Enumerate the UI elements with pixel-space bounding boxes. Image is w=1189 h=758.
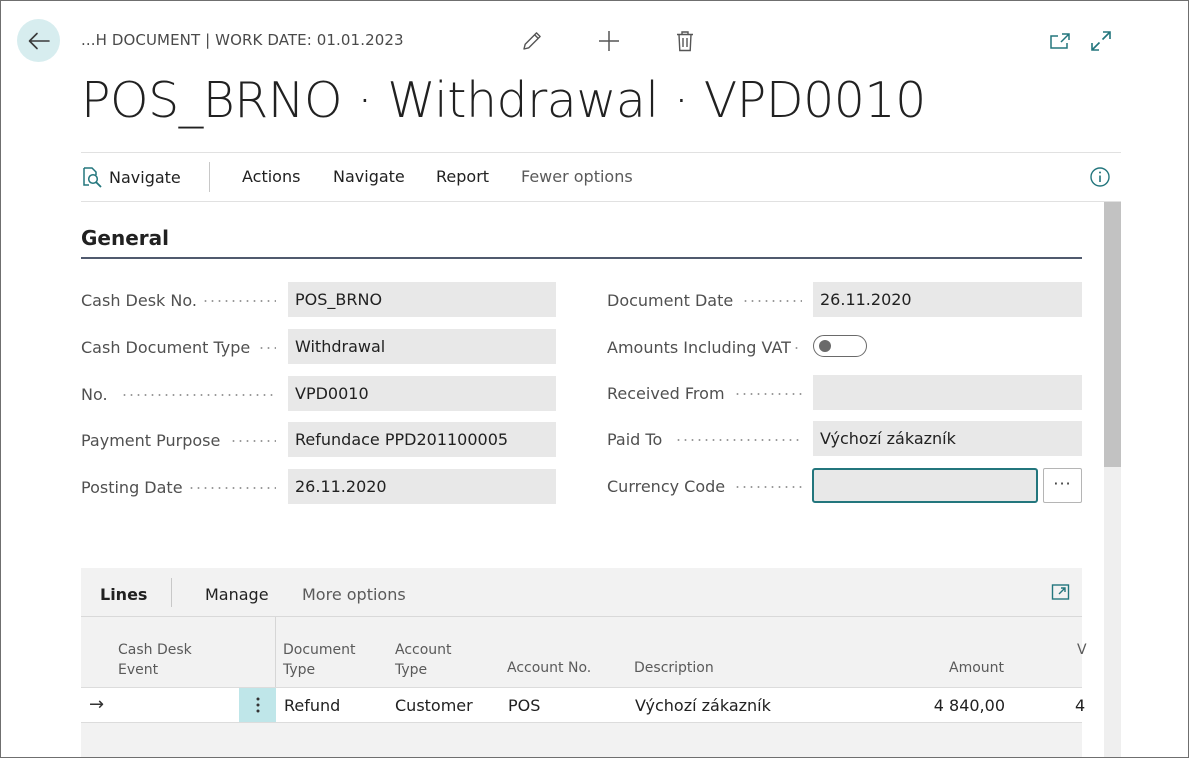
label-leader-dots	[734, 486, 802, 488]
column-header-description[interactable]: Description	[634, 658, 714, 678]
back-button[interactable]	[17, 19, 60, 62]
expand-icon	[1091, 31, 1111, 51]
lines-header-rule	[81, 616, 1082, 617]
info-button[interactable]	[1089, 166, 1111, 192]
cell-account-type[interactable]: Customer	[395, 696, 473, 715]
lines-tab[interactable]: Lines	[100, 585, 147, 604]
plus-icon	[599, 31, 619, 51]
payment-purpose-field[interactable]: Refundace PPD201100005	[288, 422, 556, 457]
column-header-amount[interactable]: Amount	[949, 658, 1004, 678]
cell-truncated[interactable]: 4	[1075, 696, 1085, 715]
column-header-line: Event	[118, 662, 159, 678]
column-header-document-type[interactable]: Document Type	[283, 640, 356, 680]
info-icon	[1090, 167, 1110, 187]
label-leader-dots	[742, 300, 802, 302]
row-actions-button[interactable]	[239, 688, 276, 722]
action-bar-divider	[209, 162, 210, 192]
delete-button[interactable]	[672, 28, 698, 54]
cell-amount[interactable]: 4 840,00	[905, 696, 1005, 715]
label-leader-dots	[230, 440, 276, 442]
currency-code-label: Currency Code	[607, 477, 726, 496]
label-leader-dots	[258, 347, 276, 349]
actions-menu[interactable]: Actions	[242, 167, 300, 186]
report-menu[interactable]: Report	[436, 167, 489, 186]
document-date-label: Document Date	[607, 291, 734, 310]
new-button[interactable]	[596, 28, 622, 54]
document-date-field[interactable]: 26.11.2020	[813, 282, 1082, 317]
row-indicator-arrow-icon: →	[89, 694, 105, 715]
currency-code-lookup-button[interactable]: ···	[1043, 468, 1082, 503]
label-leader-dots	[675, 439, 802, 441]
open-in-new-window-icon	[1051, 584, 1070, 600]
label-leader-dots	[734, 393, 802, 395]
cash-document-type-label: Cash Document Type	[81, 338, 251, 357]
navigate-primary-button[interactable]: Navigate	[81, 166, 181, 188]
vertical-ellipsis-icon	[256, 697, 259, 713]
trash-icon	[677, 31, 693, 52]
row-divider	[81, 722, 1082, 723]
lines-tab-divider	[171, 578, 172, 607]
column-header-line: Type	[283, 662, 316, 678]
cell-description[interactable]: Výchozí zákazník	[635, 696, 771, 715]
amounts-including-vat-toggle[interactable]	[813, 335, 867, 357]
label-leader-dots	[202, 300, 276, 302]
paid-to-label: Paid To	[607, 430, 663, 449]
column-header-line: Cash Desk	[118, 642, 192, 658]
column-header-account-type[interactable]: Account Type	[395, 640, 452, 680]
navigate-primary-label: Navigate	[109, 167, 181, 187]
payment-purpose-label: Payment Purpose	[81, 431, 221, 450]
toggle-knob	[819, 340, 831, 352]
scrollbar-thumb[interactable]	[1104, 202, 1121, 467]
no-field[interactable]: VPD0010	[288, 376, 556, 411]
lines-panel: Lines Manage More options Cash Desk Even…	[81, 568, 1087, 757]
received-from-field[interactable]	[813, 375, 1082, 410]
expand-button[interactable]	[1088, 28, 1114, 54]
column-header-truncated[interactable]: V	[1077, 640, 1087, 660]
page-caption: ...H DOCUMENT | WORK DATE: 01.01.2023	[81, 31, 404, 49]
page-frame: ...H DOCUMENT | WORK DATE: 01.01.2023 PO…	[0, 0, 1189, 758]
cash-desk-no-field[interactable]: POS_BRNO	[288, 282, 556, 317]
pencil-icon	[523, 32, 541, 50]
open-in-new-window-icon	[1050, 33, 1070, 49]
posting-date-label: Posting Date	[81, 478, 183, 497]
column-header-line: Type	[395, 662, 428, 678]
general-section-title[interactable]: General	[81, 226, 169, 250]
label-leader-dots	[188, 487, 276, 489]
label-leader-dots	[121, 394, 276, 396]
lookup-ellipsis-label: ···	[1053, 474, 1072, 493]
currency-code-field[interactable]	[812, 468, 1038, 503]
fewer-options-button[interactable]: Fewer options	[521, 167, 633, 186]
column-header-account-no[interactable]: Account No.	[507, 658, 591, 678]
column-header-line: Document	[283, 642, 356, 658]
posting-date-field[interactable]: 26.11.2020	[288, 469, 556, 504]
general-section-rule	[81, 257, 1082, 259]
arrow-left-icon	[28, 32, 50, 49]
label-leader-dots	[793, 347, 802, 349]
column-header-line: Account	[395, 642, 452, 658]
more-options-button[interactable]: More options	[302, 585, 406, 604]
cell-document-type[interactable]: Refund	[284, 696, 340, 715]
navigate-search-icon	[83, 167, 102, 188]
column-header-cash-desk-event[interactable]: Cash Desk Event	[118, 640, 192, 680]
cash-desk-no-label: Cash Desk No.	[81, 291, 197, 310]
navigate-menu[interactable]: Navigate	[333, 167, 405, 186]
manage-menu[interactable]: Manage	[205, 585, 269, 604]
page-title: POS_BRNO · Withdrawal · VPD0010	[81, 72, 926, 129]
received-from-label: Received From	[607, 384, 725, 403]
no-label: No.	[81, 385, 108, 404]
paid-to-field[interactable]: Výchozí zákazník	[813, 421, 1082, 456]
edit-button[interactable]	[519, 28, 545, 54]
amounts-including-vat-label: Amounts Including VAT	[607, 338, 791, 357]
cell-account-no[interactable]: POS	[508, 696, 540, 715]
lines-expand-button[interactable]	[1051, 582, 1071, 606]
open-in-new-window-button[interactable]	[1047, 28, 1073, 54]
cash-document-type-field[interactable]: Withdrawal	[288, 329, 556, 364]
action-bar: Navigate Actions Navigate Report Fewer o…	[81, 152, 1121, 202]
